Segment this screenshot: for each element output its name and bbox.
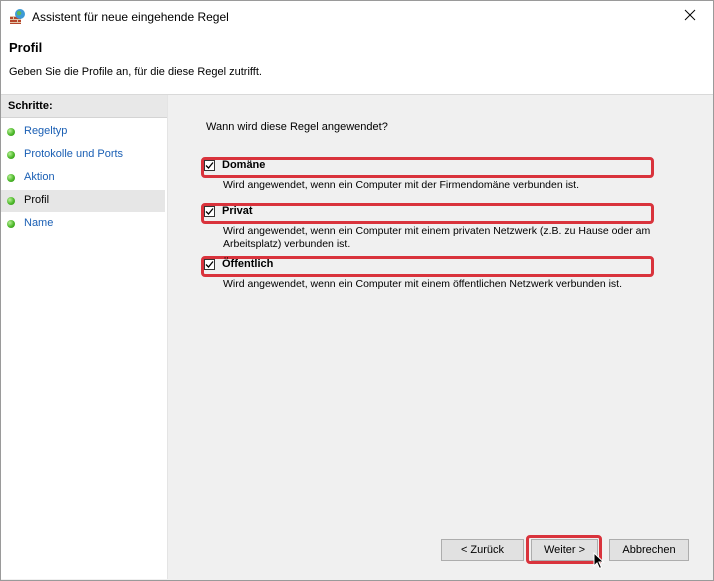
option-description-domaene: Wird angewendet, wenn ein Computer mit d… <box>223 179 580 191</box>
back-button[interactable]: < Zurück <box>441 539 524 561</box>
step-label: Name <box>24 217 54 229</box>
step-bullet-icon <box>7 151 15 159</box>
checkmark-icon <box>205 162 214 169</box>
option-label-privat[interactable]: Privat <box>222 205 253 217</box>
firewall-globe-icon <box>9 8 26 25</box>
page-title: Profil <box>9 40 43 55</box>
step-bullet-icon <box>7 128 15 136</box>
step-item-profil[interactable]: Profil <box>1 190 165 212</box>
step-bullet-icon <box>7 197 15 205</box>
close-button[interactable] <box>667 1 713 32</box>
step-item-name[interactable]: Name <box>1 213 165 235</box>
option-description-oeffentlich: Wird angewendet, wenn ein Computer mit e… <box>223 278 623 290</box>
checkmark-icon <box>205 208 214 215</box>
steps-heading: Schritte: <box>8 100 53 112</box>
step-bullet-icon <box>7 220 15 228</box>
option-label-oeffentlich[interactable]: Öffentlich <box>222 258 273 270</box>
highlight-frame-privat <box>201 203 654 224</box>
wizard-window: Assistent für neue eingehende Regel Prof… <box>0 0 714 581</box>
close-icon <box>684 9 696 24</box>
option-description-privat: Wird angewendet, wenn ein Computer mit e… <box>223 225 651 250</box>
highlight-frame-domaene <box>201 157 654 178</box>
step-label: Regeltyp <box>24 125 68 137</box>
next-button[interactable]: Weiter > <box>531 539 598 561</box>
cancel-button[interactable]: Abbrechen <box>609 539 689 561</box>
wizard-header: Profil Geben Sie die Profile an, für die… <box>1 32 713 95</box>
step-label: Aktion <box>24 171 55 183</box>
window-title: Assistent für neue eingehende Regel <box>32 10 229 24</box>
step-item-aktion[interactable]: Aktion <box>1 167 165 189</box>
step-label: Protokolle und Ports <box>24 148 124 160</box>
question-label: Wann wird diese Regel angewendet? <box>206 121 388 133</box>
checkbox-domaene[interactable] <box>204 160 215 171</box>
checkbox-oeffentlich[interactable] <box>204 259 215 270</box>
option-label-domaene[interactable]: Domäne <box>222 159 265 171</box>
step-item-regeltyp[interactable]: Regeltyp <box>1 121 165 143</box>
step-label: Profil <box>24 194 50 206</box>
steps-panel: Schritte: Regeltyp Protokolle und Ports … <box>1 95 168 579</box>
checkmark-icon <box>205 261 214 268</box>
page-subtitle: Geben Sie die Profile an, für die diese … <box>9 66 262 78</box>
content-panel: Wann wird diese Regel angewendet? Domäne… <box>168 95 713 579</box>
checkbox-privat[interactable] <box>204 206 215 217</box>
mouse-pointer-icon <box>593 551 605 573</box>
title-bar[interactable]: Assistent für neue eingehende Regel <box>1 1 713 32</box>
steps-header: Schritte: <box>1 95 167 118</box>
step-bullet-icon <box>7 174 15 182</box>
step-item-protokolle-und-ports[interactable]: Protokolle und Ports <box>1 144 165 166</box>
